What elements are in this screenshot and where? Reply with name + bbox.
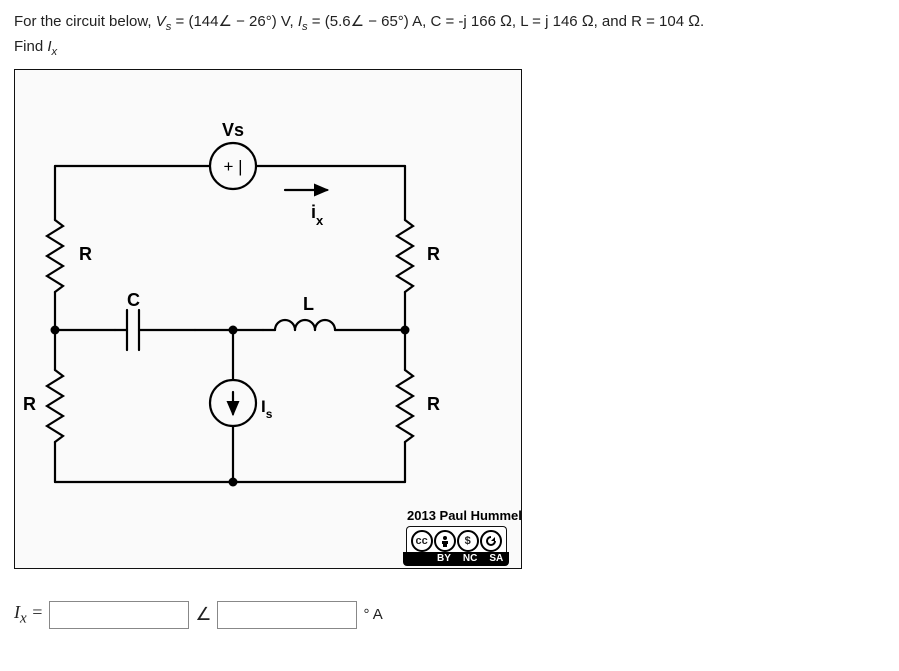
r-label-bottom-right: R <box>427 394 440 414</box>
magnitude-input[interactable] <box>49 601 189 629</box>
mid-2: , and R = 104 <box>594 13 689 30</box>
c-label: C <box>127 290 140 310</box>
answer-lhs: Ix = <box>14 602 43 628</box>
cc-icon: cc <box>411 530 433 552</box>
r-label-bottom-left: R <box>23 394 36 414</box>
angle-input[interactable] <box>217 601 357 629</box>
sa-icon <box>480 530 502 552</box>
ohm-3: Ω <box>688 13 700 30</box>
vs-label: Vs <box>222 120 244 140</box>
r-label-top-left: R <box>79 244 92 264</box>
answer-row: Ix = ∠ ° A <box>14 601 885 629</box>
circuit-diagram: Vs + | ix R R R R C L Is 2013 Paul Humme… <box>14 69 522 569</box>
vs-polarity: + | <box>223 157 242 176</box>
find-text: Find <box>14 38 47 55</box>
vs-symbol: V <box>156 13 166 30</box>
cc-license-badge: cc $ BY NC SA <box>403 526 509 566</box>
r-label-top-right: R <box>427 244 440 264</box>
find-sub: x <box>52 46 58 58</box>
vs-eq: = (144∠ − 26°) V, <box>171 13 297 30</box>
stmt-intro: For the circuit below, <box>14 13 156 30</box>
by-icon <box>434 530 456 552</box>
mid-1: , L = j 146 <box>512 13 582 30</box>
l-label: L <box>303 294 314 314</box>
problem-statement: For the circuit below, Vs = (144∠ − 26°)… <box>14 10 885 61</box>
ohm-1: Ω <box>500 13 512 30</box>
is-label: Is <box>261 397 273 421</box>
sa-label: SA <box>489 553 503 564</box>
angle-symbol: ∠ <box>195 604 211 625</box>
nc-icon: $ <box>457 530 479 552</box>
period: . <box>700 13 704 30</box>
ohm-2: Ω <box>582 13 594 30</box>
ix-label: ix <box>311 202 324 228</box>
attribution: 2013 Paul Hummel <box>407 508 521 523</box>
answer-unit: ° A <box>363 606 382 623</box>
is-eq: = (5.6∠ − 65°) A, C = -j 166 <box>308 13 500 30</box>
by-label: BY <box>437 553 451 564</box>
nc-label: NC <box>463 553 477 564</box>
